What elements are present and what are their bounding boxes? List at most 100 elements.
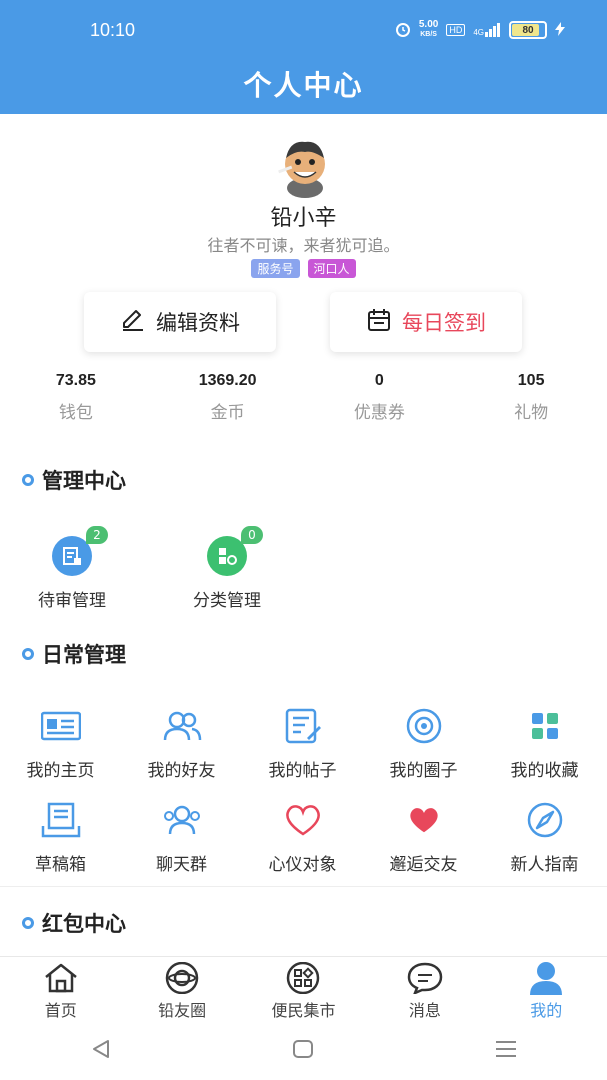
edit-icon bbox=[120, 307, 146, 338]
chat-bubble-icon bbox=[364, 961, 485, 995]
page-title: 个人中心 bbox=[243, 69, 364, 102]
drafts-item[interactable]: 草稿箱 bbox=[0, 800, 121, 875]
chat-group-item[interactable]: 聊天群 bbox=[121, 800, 242, 875]
alarm-icon bbox=[395, 21, 411, 40]
my-homepage-item[interactable]: 我的主页 bbox=[0, 706, 121, 781]
my-favorites-item[interactable]: 我的收藏 bbox=[484, 706, 605, 781]
my-posts-item[interactable]: 我的帖子 bbox=[242, 706, 363, 781]
daily-checkin-button[interactable]: 每日签到 bbox=[330, 292, 522, 352]
section-daily-title: 日常管理 bbox=[22, 639, 126, 669]
grid-label: 我的主页 bbox=[26, 761, 95, 781]
hd-badge: HD bbox=[446, 24, 466, 36]
section-title-text: 管理中心 bbox=[42, 469, 126, 493]
stat-label: 优惠券 bbox=[353, 403, 405, 423]
pending-review-label: 待审管理 bbox=[38, 591, 106, 611]
newbie-guide-item[interactable]: 新人指南 bbox=[484, 800, 605, 875]
stat-wallet[interactable]: 73.85 钱包 bbox=[0, 372, 152, 423]
circle-icon bbox=[363, 706, 484, 746]
grid-label: 聊天群 bbox=[156, 855, 207, 875]
my-circles-item[interactable]: 我的圈子 bbox=[363, 706, 484, 781]
heart-outline-icon bbox=[242, 800, 363, 840]
grid-blocks-icon bbox=[484, 706, 605, 746]
system-nav-bar bbox=[0, 1022, 607, 1080]
section-dot-icon bbox=[22, 917, 34, 929]
category-icon: 0 bbox=[207, 526, 263, 576]
tab-label: 消息 bbox=[408, 1001, 441, 1020]
charging-icon bbox=[555, 21, 565, 39]
grid-label: 我的收藏 bbox=[510, 761, 579, 781]
group-icon bbox=[121, 800, 242, 840]
tab-label: 我的 bbox=[530, 1001, 563, 1020]
status-time: 10:10 bbox=[90, 20, 136, 40]
grid-label: 我的圈子 bbox=[389, 761, 458, 781]
calendar-icon bbox=[366, 307, 392, 338]
meet-friends-item[interactable]: 邂逅交友 bbox=[363, 800, 484, 875]
grid-label: 我的好友 bbox=[147, 761, 216, 781]
avatar[interactable] bbox=[272, 132, 338, 198]
stats-row: 73.85 钱包 1369.20 金币 0 优惠券 105 礼物 bbox=[0, 372, 607, 423]
category-count-badge: 0 bbox=[241, 526, 263, 544]
home-icon bbox=[0, 961, 121, 995]
my-friends-item[interactable]: 我的好友 bbox=[121, 706, 242, 781]
pending-count-badge: 2 bbox=[86, 526, 108, 544]
tab-label: 首页 bbox=[44, 1001, 77, 1020]
tab-market[interactable]: 便民集市 bbox=[243, 957, 364, 1023]
daily-checkin-label: 每日签到 bbox=[402, 311, 486, 335]
review-icon: 2 bbox=[52, 526, 108, 576]
user-motto: 往者不可谏，来者犹可追。 bbox=[207, 236, 400, 255]
tab-me[interactable]: 我的 bbox=[486, 957, 607, 1023]
grid-label: 草稿箱 bbox=[35, 855, 86, 875]
signal-icon: 4G bbox=[473, 23, 501, 37]
person-icon bbox=[486, 961, 607, 995]
tab-messages[interactable]: 消息 bbox=[364, 957, 485, 1023]
section-dot-icon bbox=[22, 648, 34, 660]
id-card-icon bbox=[0, 706, 121, 746]
edit-profile-label: 编辑资料 bbox=[156, 311, 240, 335]
market-grid-icon bbox=[243, 961, 364, 995]
grid-label: 我的帖子 bbox=[268, 761, 337, 781]
divider bbox=[0, 886, 607, 887]
tab-home[interactable]: 首页 bbox=[0, 957, 121, 1023]
status-icons: 5.00 KB/S HD 4G 80 bbox=[395, 20, 565, 40]
category-management-label: 分类管理 bbox=[193, 591, 261, 611]
section-management-title: 管理中心 bbox=[22, 465, 126, 495]
battery-icon: 80 bbox=[509, 21, 547, 39]
grid-label: 邂逅交友 bbox=[389, 855, 458, 875]
stat-label: 钱包 bbox=[58, 403, 93, 423]
bottom-tab-bar: 首页 铅友圈 便民集市 消息 我的 bbox=[0, 956, 607, 1023]
section-title-text: 红包中心 bbox=[42, 912, 126, 936]
tab-label: 铅友圈 bbox=[158, 1001, 207, 1020]
net-speed: 5.00 KB/S bbox=[418, 19, 439, 39]
tag-service: 服务号 bbox=[251, 259, 300, 278]
stat-coins[interactable]: 1369.20 金币 bbox=[152, 372, 304, 423]
tab-friends-circle[interactable]: 铅友圈 bbox=[121, 957, 242, 1023]
grid-label: 新人指南 bbox=[510, 855, 579, 875]
stat-coupons[interactable]: 0 优惠券 bbox=[304, 372, 456, 423]
stat-gifts[interactable]: 105 礼物 bbox=[455, 372, 607, 423]
drafts-box-icon bbox=[0, 800, 121, 840]
section-title-text: 日常管理 bbox=[42, 643, 126, 667]
crush-item[interactable]: 心仪对象 bbox=[242, 800, 363, 875]
stat-label: 金币 bbox=[210, 403, 245, 423]
section-dot-icon bbox=[22, 474, 34, 486]
stat-label: 礼物 bbox=[514, 403, 549, 423]
edit-profile-button[interactable]: 编辑资料 bbox=[84, 292, 276, 352]
header-bar: 10:10 5.00 KB/S HD 4G 80 个人中心 bbox=[0, 0, 607, 114]
username: 铅小辛 bbox=[270, 206, 337, 231]
tag-place: 河口人 bbox=[307, 259, 356, 278]
heart-filled-icon bbox=[363, 800, 484, 840]
stat-value: 0 bbox=[374, 372, 384, 389]
pending-review-item[interactable]: 2 待审管理 bbox=[17, 526, 127, 611]
planet-icon bbox=[121, 961, 242, 995]
home-nav-icon[interactable] bbox=[292, 1039, 314, 1063]
grid-label: 心仪对象 bbox=[268, 855, 337, 875]
stat-value: 73.85 bbox=[55, 372, 96, 389]
stat-value: 1369.20 bbox=[198, 372, 257, 389]
category-management-item[interactable]: 0 分类管理 bbox=[172, 526, 282, 611]
section-redpacket-title: 红包中心 bbox=[22, 908, 126, 938]
user-tags: 服务号 河口人 bbox=[0, 259, 607, 278]
document-edit-icon bbox=[242, 706, 363, 746]
back-nav-icon[interactable] bbox=[90, 1039, 112, 1063]
stat-value: 105 bbox=[517, 372, 545, 389]
menu-nav-icon[interactable] bbox=[495, 1039, 517, 1063]
